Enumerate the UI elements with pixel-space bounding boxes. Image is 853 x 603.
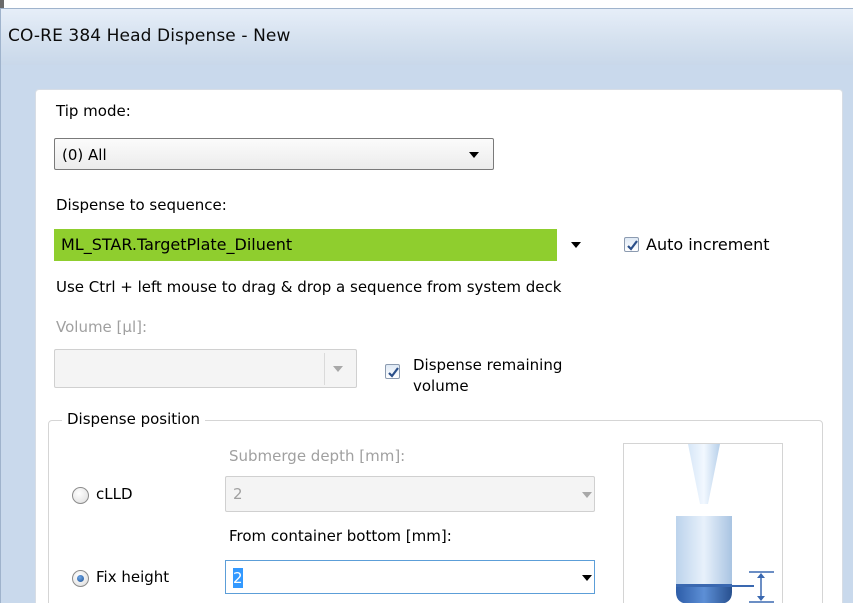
tip-mode-label: Tip mode: [56,102,131,120]
dropdown-separator [324,353,325,385]
submerge-depth-dropdown[interactable]: 2 [225,476,595,512]
chevron-down-icon[interactable] [582,575,592,581]
tip-container-illustration [623,443,783,603]
submerge-depth-label: Submerge depth [mm]: [229,447,406,465]
window-frame-top [0,0,853,4]
sequence-dropdown[interactable]: ML_STAR.TargetPlate_Diluent [54,229,594,261]
fix-height-label[interactable]: Fix height [96,568,169,586]
auto-increment-label[interactable]: Auto increment [646,235,770,254]
volume-dropdown[interactable] [54,349,357,388]
from-bottom-input[interactable]: 2 [225,560,595,594]
pipette-tip-icon [676,444,774,603]
volume-label: Volume [µl]: [56,318,148,336]
title-bar[interactable]: CO-RE 384 Head Dispense - New [0,8,853,65]
clld-label[interactable]: cLLD [96,485,133,503]
drag-drop-hint: Use Ctrl + left mouse to drag & drop a s… [56,278,562,296]
sequence-label: Dispense to sequence: [56,196,227,214]
dispense-remaining-checkbox[interactable] [385,364,400,379]
dispense-remaining-label-line1[interactable]: Dispense remaining [413,356,562,374]
chevron-down-icon[interactable] [571,242,581,248]
checkmark-icon [388,367,399,378]
fix-height-radio[interactable] [72,570,89,587]
from-bottom-value[interactable]: 2 [233,569,243,587]
dispense-position-title: Dispense position [62,410,206,428]
sequence-value: ML_STAR.TargetPlate_Diluent [61,235,293,254]
clld-radio[interactable] [72,487,89,504]
chevron-down-icon [582,492,592,498]
checkmark-icon [627,240,638,251]
tip-mode-value: (0) All [62,146,107,164]
sequence-field[interactable]: ML_STAR.TargetPlate_Diluent [54,229,557,261]
chevron-down-icon [469,152,479,158]
chevron-down-icon [333,366,343,372]
window-title: CO-RE 384 Head Dispense - New [8,26,291,46]
submerge-depth-value: 2 [233,485,243,503]
auto-increment-checkbox[interactable] [624,237,639,252]
tip-mode-dropdown[interactable]: (0) All [54,138,494,170]
dispense-remaining-label-line2[interactable]: volume [413,377,469,395]
radio-selected-dot [77,575,84,582]
from-bottom-label: From container bottom [mm]: [229,527,452,545]
